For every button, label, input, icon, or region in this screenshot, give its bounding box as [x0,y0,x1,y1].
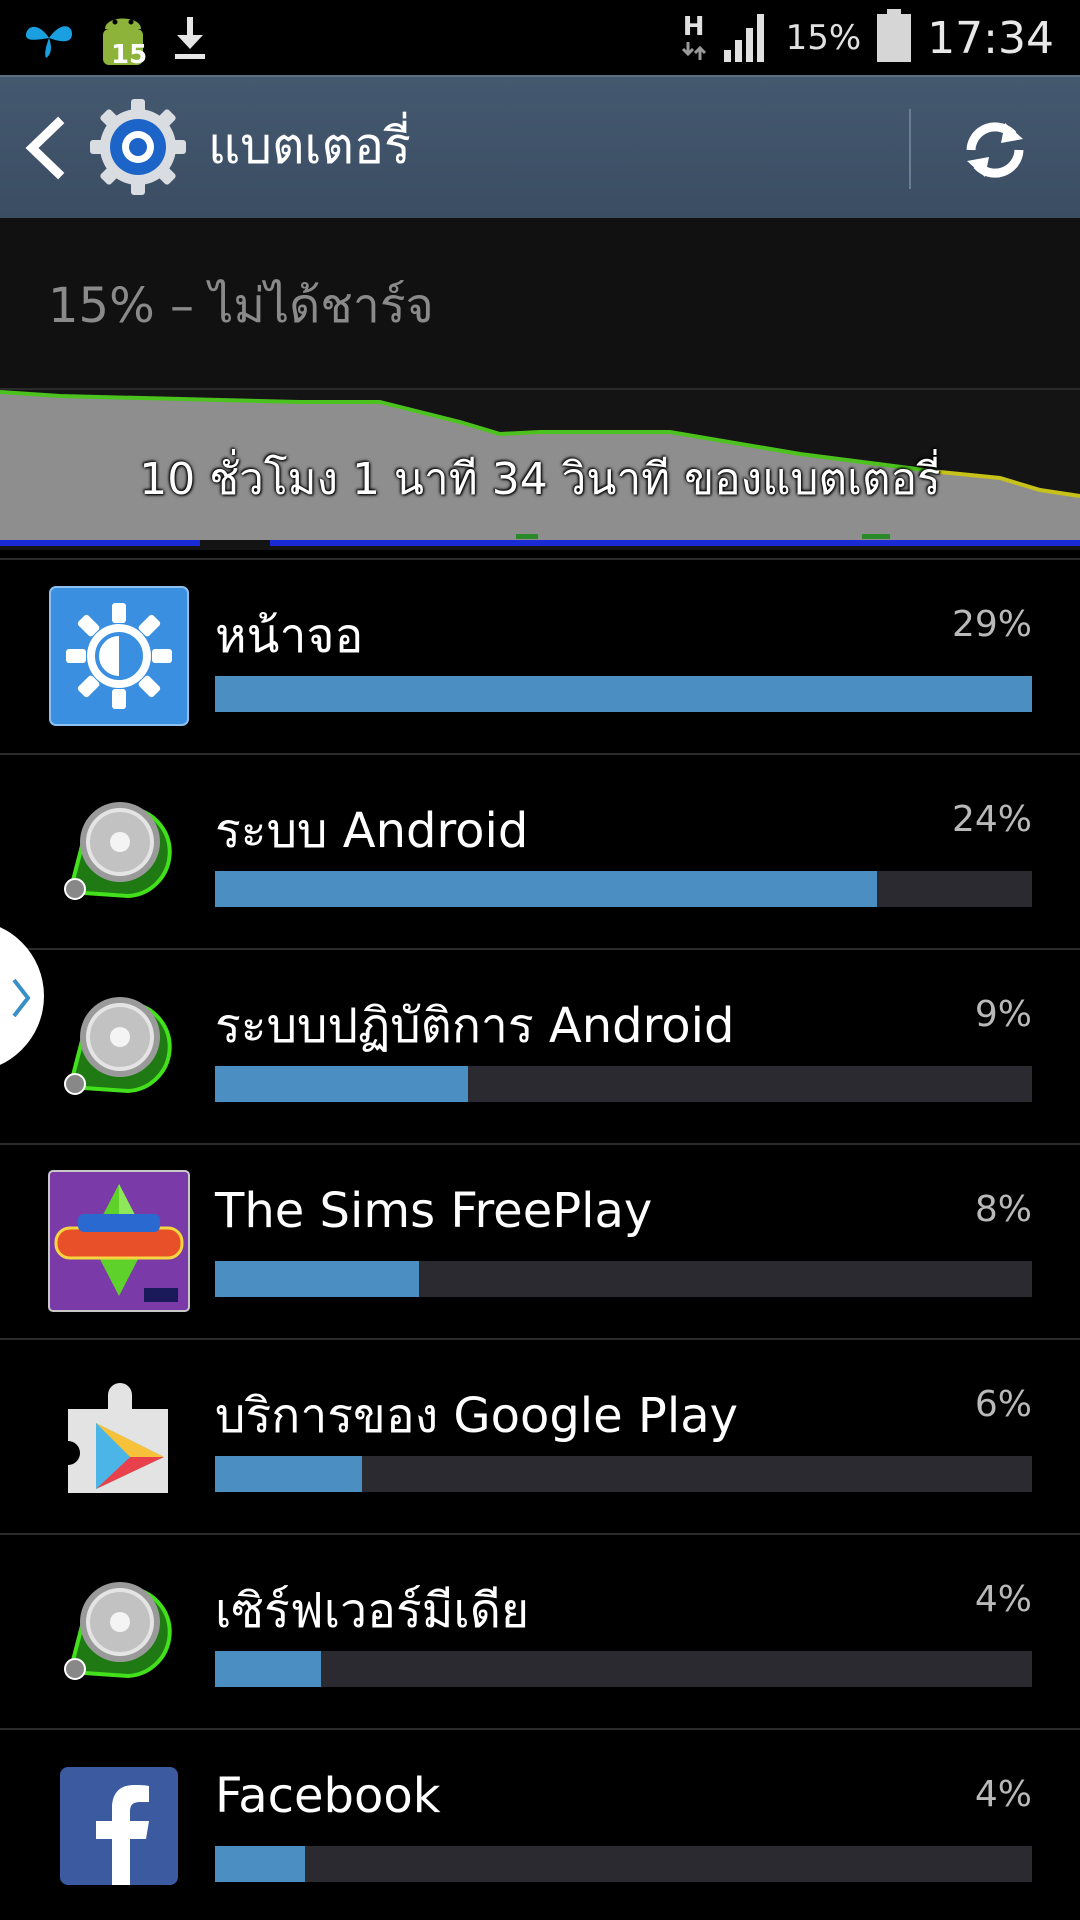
android-os-icon [48,975,190,1117]
usage-bar-fill [215,871,877,907]
battery-duration-label: 10 ชั่วโมง 1 นาที 34 วินาที ของแบตเตอรี่ [139,454,941,505]
item-percent: 29% [951,604,1032,645]
item-percent: 4% [974,1774,1032,1815]
page-title: แบตเตอรี่ [208,117,411,175]
action-bar: แบตเตอรี่ [0,75,1080,218]
item-percent: 8% [974,1189,1032,1230]
usage-bar [215,676,1032,712]
signal-strength-icon [722,10,772,66]
item-label: Facebook [215,1768,441,1824]
refresh-icon[interactable] [955,115,1035,185]
item-label: เซิร์ฟเวอร์มีเดีย [215,1583,530,1639]
usage-bar-fill [215,676,1032,712]
usage-bar-fill [215,1261,420,1297]
settings-gear-icon[interactable] [88,97,188,197]
wifi-marker-2 [862,534,890,539]
item-percent: 9% [974,994,1032,1035]
status-bar: 15 H 15% 17:34 [0,0,1080,75]
sims-freeplay-icon [48,1170,190,1312]
signal-bar-left [0,540,200,546]
battery-history-graph[interactable]: 10 ชั่วโมง 1 นาที 34 วินาที ของแบตเตอรี่ [0,390,1080,550]
download-icon [170,13,210,65]
network-type-icon: H [680,14,708,62]
battery-icon [875,9,913,67]
item-label: ระบบปฏิบัติการ Android [215,998,735,1054]
list-item[interactable]: The Sims FreePlay 8% [0,1145,1080,1340]
wifi-marker-1 [516,534,538,539]
action-bar-divider [909,109,911,189]
battery-status-text: 15% – ไม่ได้ชาร์จ [48,278,434,334]
usage-bar-fill [215,1066,469,1102]
usage-bar [215,1261,1032,1297]
usage-bar [215,871,1032,907]
usage-bar [215,1846,1032,1882]
carrier-logo-icon [22,14,76,64]
list-item[interactable]: ระบบ Android 24% [0,755,1080,950]
battery-screen: 15 H 15% 17:34 แบตเตอรี่ 15% – ไม่ได้ชาร… [0,0,1080,1920]
chevron-right-icon [12,978,31,1018]
battery-percent-text: 15% [785,18,862,58]
back-arrow-icon[interactable] [22,115,70,181]
item-percent: 24% [951,799,1032,840]
usage-bar-fill [215,1846,305,1882]
usage-bar-fill [215,1456,363,1492]
screen-brightness-icon [48,585,190,727]
usage-bar [215,1066,1032,1102]
android-system-icon [48,780,190,922]
battery-usage-list: หน้าจอ 29% ระบบ Android 24% ระบบปฏิบัติก… [0,560,1080,1920]
usage-bar [215,1456,1032,1492]
item-percent: 4% [974,1579,1032,1620]
notification-count: 15 [111,40,148,70]
usage-bar [215,1651,1032,1687]
battery-summary: 15% – ไม่ได้ชาร์จ [0,218,1080,388]
item-label: บริการของ Google Play [215,1388,739,1444]
item-label: The Sims FreePlay [215,1183,653,1239]
facebook-icon [48,1755,190,1897]
media-server-icon [48,1560,190,1702]
list-item[interactable]: เซิร์ฟเวอร์มีเดีย 4% [0,1535,1080,1730]
item-label: หน้าจอ [215,608,364,664]
android-notification-icon: 15 [98,11,148,70]
notification-icons: 15 [22,10,210,70]
usage-bar-fill [215,1651,322,1687]
list-item[interactable]: หน้าจอ 29% [0,560,1080,755]
signal-bar-right [270,540,1080,546]
clock: 17:34 [927,12,1054,64]
item-percent: 6% [974,1384,1032,1425]
item-label: ระบบ Android [215,803,529,859]
list-item[interactable]: Facebook 4% [0,1730,1080,1920]
system-status-icons: H 15% 17:34 [680,6,1054,70]
list-item[interactable]: ระบบปฏิบัติการ Android 9% [0,950,1080,1145]
google-play-services-icon [48,1365,190,1507]
list-item[interactable]: บริการของ Google Play 6% [0,1340,1080,1535]
